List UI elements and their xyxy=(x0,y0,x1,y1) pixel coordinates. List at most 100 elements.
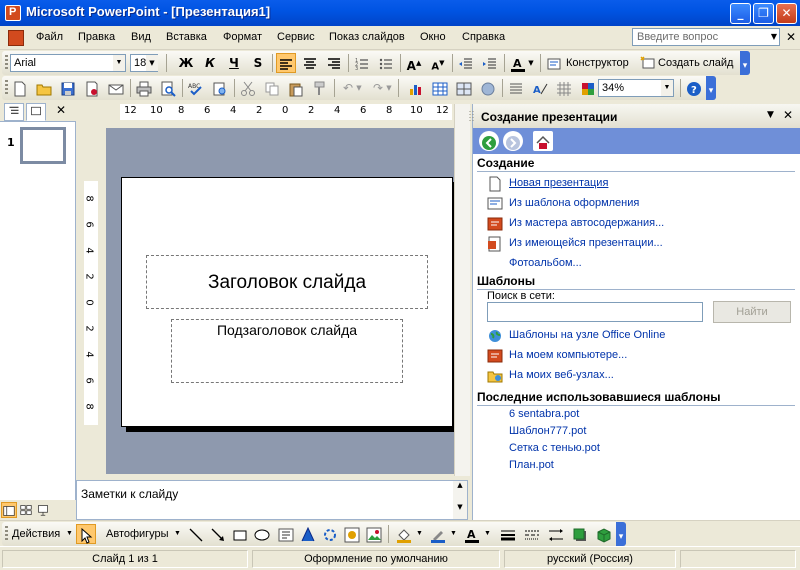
align-right-button[interactable] xyxy=(324,53,344,73)
link-templates-my-computer[interactable]: На моем компьютере... xyxy=(487,348,627,364)
link-existing-presentation[interactable]: Из имеющейся презентации... xyxy=(487,236,663,252)
underline-button[interactable]: Ч xyxy=(224,53,244,73)
minimize-button[interactable]: _ xyxy=(730,3,751,24)
chevron-down-icon[interactable]: ▼ xyxy=(450,524,457,544)
autoshapes-menu[interactable]: Автофигуры xyxy=(106,524,169,544)
designer-button[interactable]: Конструктор xyxy=(566,53,629,73)
font-color-button[interactable]: A xyxy=(508,53,528,73)
new-button[interactable] xyxy=(10,78,30,98)
link-new-presentation[interactable]: Новая презентация xyxy=(487,176,608,192)
select-objects-button[interactable] xyxy=(76,524,96,544)
slide-thumbnail[interactable] xyxy=(20,127,66,164)
increase-indent-button[interactable] xyxy=(480,53,500,73)
permission-button[interactable] xyxy=(82,78,102,98)
recent-template-item[interactable]: Сетка с тенью.pot xyxy=(509,442,600,454)
draw-actions-menu[interactable]: Действия xyxy=(12,524,60,544)
spelling-button[interactable]: ABC xyxy=(186,78,206,98)
open-button[interactable] xyxy=(34,78,54,98)
dash-style-button[interactable] xyxy=(522,524,542,544)
insert-picture-button[interactable] xyxy=(364,524,384,544)
insert-table-button[interactable] xyxy=(430,78,450,98)
zoom-select[interactable]: 34% ▼ xyxy=(598,79,674,97)
chevron-down-icon[interactable]: ▼ xyxy=(661,80,673,96)
line-style-button[interactable] xyxy=(498,524,518,544)
print-button[interactable] xyxy=(134,78,154,98)
clip-art-button[interactable] xyxy=(342,524,362,544)
fill-color-button[interactable] xyxy=(394,524,414,544)
show-formatting-button[interactable]: A xyxy=(530,78,550,98)
slideshow-view-button[interactable] xyxy=(35,502,51,518)
back-button[interactable] xyxy=(479,131,499,151)
bold-button[interactable]: Ж xyxy=(176,53,196,73)
toolbar-options-icon[interactable]: ▾ xyxy=(740,51,750,75)
recent-template-item[interactable]: Шаблон777.pot xyxy=(509,425,586,437)
text-box-button[interactable] xyxy=(276,524,296,544)
align-center-button[interactable] xyxy=(300,53,320,73)
link-from-design-template[interactable]: Из шаблона оформления xyxy=(487,196,639,212)
save-button[interactable] xyxy=(58,78,78,98)
notes-scrollbar[interactable]: ▲ ▼ xyxy=(453,481,467,519)
notes-pane[interactable]: Заметки к слайду xyxy=(76,480,468,520)
close-icon[interactable]: ✕ xyxy=(783,108,793,122)
email-button[interactable] xyxy=(106,78,126,98)
chevron-down-icon[interactable]: ▼ xyxy=(174,524,181,544)
tables-borders-button[interactable] xyxy=(454,78,474,98)
chevron-down-icon[interactable]: ▼ xyxy=(384,78,394,98)
line-color-button[interactable] xyxy=(428,524,448,544)
toolbar-options-icon[interactable]: ▾ xyxy=(616,522,626,546)
document-icon[interactable] xyxy=(8,30,24,46)
decrease-indent-button[interactable] xyxy=(456,53,476,73)
toolbar-grip[interactable] xyxy=(5,80,8,96)
grid-button[interactable] xyxy=(554,78,574,98)
tab-slides[interactable] xyxy=(26,103,46,121)
recent-template-item[interactable]: 6 sentabra.pot xyxy=(509,408,579,420)
link-templates-web-sites[interactable]: На моих веб-узлах... xyxy=(487,368,614,384)
research-button[interactable] xyxy=(210,78,230,98)
format-painter-button[interactable] xyxy=(310,78,330,98)
new-slide-button[interactable]: Создать слайд xyxy=(658,53,733,73)
oval-button[interactable] xyxy=(252,524,272,544)
paste-button[interactable] xyxy=(286,78,306,98)
menu-view[interactable]: Вид xyxy=(131,31,151,43)
chevron-down-icon[interactable]: ▼ xyxy=(66,524,73,544)
menu-insert[interactable]: Вставка xyxy=(166,31,207,43)
diagram-button[interactable] xyxy=(320,524,340,544)
rectangle-button[interactable] xyxy=(230,524,250,544)
subtitle-placeholder[interactable]: Подзаголовок слайда xyxy=(171,319,403,383)
search-go-button[interactable]: Найти xyxy=(713,301,791,323)
toolbar-grip[interactable] xyxy=(5,55,8,71)
slide-sorter-button[interactable] xyxy=(18,502,34,518)
menu-format[interactable]: Формат xyxy=(223,31,262,43)
chevron-down-icon[interactable]: ▼ xyxy=(354,78,364,98)
arrow-button[interactable] xyxy=(208,524,228,544)
link-templates-office-online[interactable]: Шаблоны на узле Office Online xyxy=(487,328,665,344)
menu-tools[interactable]: Сервис xyxy=(277,31,315,43)
cut-button[interactable] xyxy=(238,78,258,98)
font-name-select[interactable]: Arial ▼ xyxy=(10,54,126,72)
powerpoint-app-icon[interactable] xyxy=(5,5,21,21)
link-autocontent-wizard[interactable]: Из мастера автосодержания... xyxy=(487,216,664,232)
copy-button[interactable] xyxy=(262,78,282,98)
menu-edit[interactable]: Правка xyxy=(78,31,115,43)
chevron-down-icon[interactable]: ▼ xyxy=(484,524,491,544)
restore-button[interactable]: ❐ xyxy=(753,3,774,24)
expand-all-button[interactable] xyxy=(506,78,526,98)
tab-outline[interactable] xyxy=(4,103,24,121)
insert-chart-button[interactable] xyxy=(406,78,426,98)
chevron-down-icon[interactable]: ▼ xyxy=(767,110,774,120)
template-search-input[interactable] xyxy=(487,302,703,322)
chevron-down-icon[interactable]: ▼ xyxy=(453,503,467,511)
chevron-down-icon[interactable]: ▼ xyxy=(416,524,423,544)
title-placeholder[interactable]: Заголовок слайда xyxy=(146,255,428,309)
menu-help[interactable]: Справка xyxy=(462,31,505,43)
3d-style-button[interactable] xyxy=(594,524,614,544)
menu-file[interactable]: Файл xyxy=(36,31,63,43)
print-preview-button[interactable] xyxy=(158,78,178,98)
help-button[interactable]: ? xyxy=(684,78,704,98)
help-question-input[interactable]: Введите вопрос xyxy=(632,28,780,46)
increase-font-button[interactable]: A▲ xyxy=(404,53,424,73)
shadow-button[interactable]: S xyxy=(248,53,268,73)
menu-window[interactable]: Окно xyxy=(420,31,446,43)
bullets-button[interactable] xyxy=(376,53,396,73)
draw-font-color-button[interactable]: A xyxy=(462,524,482,544)
